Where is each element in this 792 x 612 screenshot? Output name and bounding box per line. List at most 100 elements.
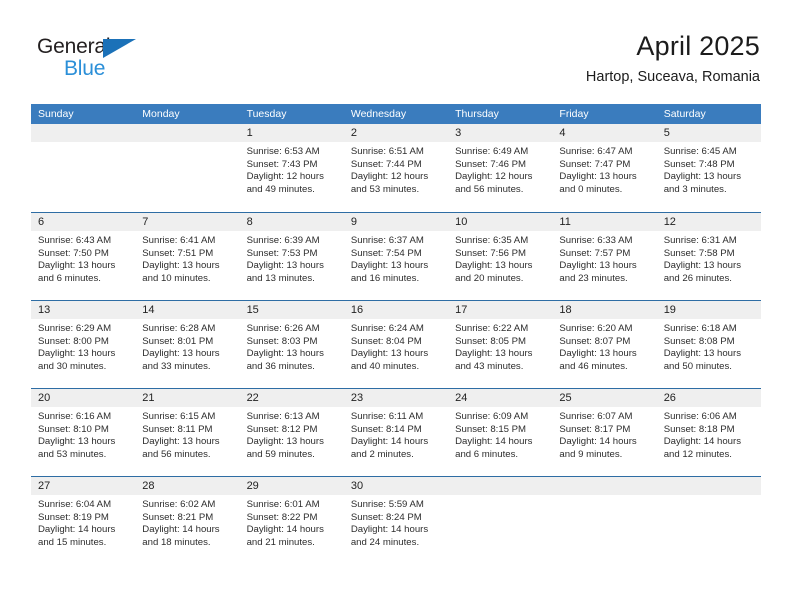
day-number: 13	[31, 301, 136, 319]
day-detail-line: and 21 minutes.	[246, 536, 315, 548]
day-detail-line: Sunset: 8:12 PM	[246, 423, 318, 435]
calendar-day-cell[interactable]: 7 Sunrise: 6:41 AM Sunset: 7:51 PM Daylight…	[135, 213, 240, 300]
calendar-day-cell[interactable]: 15 Sunrise: 6:26 AM Sunset: 8:03 PM Dayligh…	[239, 301, 344, 388]
day-detail-line: Sunrise: 5:59 AM	[350, 499, 424, 510]
day-detail-line: Sunrise: 6:35 AM	[455, 235, 529, 246]
calendar-day-cell[interactable]: 2 Sunrise: 6:51 AM Sunset: 7:44 PM Daylight…	[343, 124, 449, 212]
calendar-day-cell[interactable]: 17 Sunrise: 6:22 AM Sunset: 8:05 PM Dayligh…	[448, 301, 553, 388]
calendar-day-cell[interactable]: 3 Sunrise: 6:49 AM Sunset: 7:46 PM Daylight…	[448, 124, 553, 212]
day-detail-line: Daylight: 14 hours	[38, 524, 116, 536]
day-detail-line: and 26 minutes.	[663, 272, 732, 284]
calendar-day-cell[interactable]: 6 Sunrise: 6:43 AM Sunset: 7:50 PM Daylight…	[31, 213, 136, 300]
day-detail-line: Sunset: 8:08 PM	[663, 335, 735, 347]
day-detail-line: Sunset: 8:19 PM	[38, 511, 109, 523]
calendar-week-row: 6 Sunrise: 6:43 AM Sunset: 7:50 PM Daylight…	[31, 212, 761, 300]
calendar-day-cell[interactable]: 16 Sunrise: 6:24 AM Sunset: 8:04 PM Dayligh…	[343, 301, 449, 388]
calendar-day-cell[interactable]: 27 Sunrise: 6:04 AM Sunset: 8:19 PM Dayligh…	[31, 477, 136, 564]
day-detail-line: and 6 minutes.	[38, 272, 101, 284]
weekday-header-sunday: Sunday	[38, 108, 74, 120]
day-detail-line: Sunrise: 6:06 AM	[663, 411, 737, 422]
day-detail-line: and 59 minutes.	[246, 448, 315, 460]
calendar-day-cell[interactable]: 22 Sunrise: 6:13 AM Sunset: 8:12 PM Dayligh…	[239, 389, 344, 476]
day-number: 4	[552, 124, 657, 142]
day-detail-line: Sunrise: 6:33 AM	[559, 235, 633, 246]
day-detail-line: Sunset: 8:05 PM	[455, 335, 527, 347]
calendar-day-cell-empty	[448, 477, 553, 564]
calendar-day-cell[interactable]: 30 Sunrise: 5:59 AM Sunset: 8:24 PM Dayligh…	[343, 477, 449, 564]
day-number	[31, 124, 136, 142]
calendar-day-cell[interactable]: 28 Sunrise: 6:02 AM Sunset: 8:21 PM Dayligh…	[135, 477, 240, 564]
day-number: 7	[135, 213, 240, 231]
calendar-day-cell[interactable]: 24 Sunrise: 6:09 AM Sunset: 8:15 PM Dayligh…	[448, 389, 553, 476]
day-detail-line: Sunrise: 6:28 AM	[142, 323, 216, 334]
day-detail-line: Sunrise: 6:41 AM	[142, 235, 216, 246]
day-detail-line: Sunset: 8:07 PM	[559, 335, 631, 347]
day-sun-details: Sunrise: 6:16 AM Sunset: 8:10 PM Daylight:…	[31, 407, 135, 461]
day-sun-details: Sunrise: 6:47 AM Sunset: 7:47 PM Daylight:…	[552, 142, 656, 196]
day-detail-line: Sunrise: 6:37 AM	[350, 235, 424, 246]
day-sun-details: Sunrise: 5:59 AM Sunset: 8:24 PM Daylight:…	[344, 495, 448, 549]
day-detail-line: and 56 minutes.	[142, 448, 211, 460]
day-detail-line: Sunset: 8:01 PM	[142, 335, 214, 347]
day-detail-line: and 56 minutes.	[455, 183, 524, 195]
calendar-day-cell[interactable]: 5 Sunrise: 6:45 AM Sunset: 7:48 PM Daylight…	[656, 124, 761, 212]
day-detail-line: Sunset: 8:15 PM	[455, 423, 527, 435]
day-number: 16	[343, 301, 449, 319]
calendar-day-cell[interactable]: 14 Sunrise: 6:28 AM Sunset: 8:01 PM Dayligh…	[135, 301, 240, 388]
day-detail-line: Sunrise: 6:49 AM	[455, 146, 529, 157]
brand-name-general: General	[37, 35, 111, 58]
calendar-day-cell[interactable]: 21 Sunrise: 6:15 AM Sunset: 8:11 PM Dayligh…	[135, 389, 240, 476]
calendar-day-cell[interactable]: 11 Sunrise: 6:33 AM Sunset: 7:57 PM Dayligh…	[552, 213, 657, 300]
day-detail-line: Sunrise: 6:29 AM	[38, 323, 112, 334]
day-detail-line: Sunset: 8:24 PM	[350, 511, 422, 523]
day-detail-line: Sunrise: 6:39 AM	[246, 235, 320, 246]
calendar-day-cell[interactable]: 23 Sunrise: 6:11 AM Sunset: 8:14 PM Dayligh…	[343, 389, 449, 476]
day-detail-line: Sunset: 8:00 PM	[38, 335, 109, 347]
day-number: 10	[448, 213, 553, 231]
day-sun-details: Sunrise: 6:01 AM Sunset: 8:22 PM Daylight:…	[240, 495, 344, 549]
day-sun-details: Sunrise: 6:39 AM Sunset: 7:53 PM Daylight:…	[240, 231, 344, 285]
day-sun-details: Sunrise: 6:49 AM Sunset: 7:46 PM Daylight:…	[448, 142, 552, 196]
day-sun-details: Sunrise: 6:18 AM Sunset: 8:08 PM Daylight:…	[657, 319, 761, 373]
day-sun-details: Sunrise: 6:26 AM Sunset: 8:03 PM Daylight:…	[240, 319, 344, 373]
calendar-day-cell[interactable]: 29 Sunrise: 6:01 AM Sunset: 8:22 PM Dayligh…	[239, 477, 344, 564]
day-number: 20	[31, 389, 136, 407]
day-detail-line: and 24 minutes.	[350, 536, 420, 548]
day-sun-details: Sunrise: 6:29 AM Sunset: 8:00 PM Daylight:…	[31, 319, 135, 373]
calendar-day-cell[interactable]: 9 Sunrise: 6:37 AM Sunset: 7:54 PM Daylight…	[343, 213, 449, 300]
calendar-day-cell[interactable]: 26 Sunrise: 6:06 AM Sunset: 8:18 PM Dayligh…	[656, 389, 761, 476]
day-number: 2	[343, 124, 449, 142]
calendar-day-cell-empty	[135, 124, 240, 212]
day-sun-details: Sunrise: 6:02 AM Sunset: 8:21 PM Daylight:…	[135, 495, 239, 549]
calendar-day-cell[interactable]: 4 Sunrise: 6:47 AM Sunset: 7:47 PM Daylight…	[552, 124, 657, 212]
calendar-day-cell[interactable]: 10 Sunrise: 6:35 AM Sunset: 7:56 PM Dayligh…	[448, 213, 553, 300]
day-detail-line: Sunset: 8:11 PM	[142, 423, 213, 435]
calendar-day-cell[interactable]: 12 Sunrise: 6:31 AM Sunset: 7:58 PM Dayligh…	[656, 213, 761, 300]
day-detail-line: Sunrise: 6:04 AM	[38, 499, 112, 510]
day-number: 15	[239, 301, 344, 319]
day-number: 17	[448, 301, 553, 319]
calendar-day-cell[interactable]: 1 Sunrise: 6:53 AM Sunset: 7:43 PM Daylight…	[239, 124, 344, 212]
day-detail-line: and 36 minutes.	[246, 360, 315, 372]
calendar-day-cell[interactable]: 18 Sunrise: 6:20 AM Sunset: 8:07 PM Dayligh…	[552, 301, 657, 388]
day-detail-line: and 49 minutes.	[246, 183, 315, 195]
day-number: 29	[239, 477, 344, 495]
calendar-day-cell[interactable]: 25 Sunrise: 6:07 AM Sunset: 8:17 PM Dayligh…	[552, 389, 657, 476]
day-detail-line: Sunrise: 6:45 AM	[663, 146, 737, 157]
page-subtitle-location: Hartop, Suceava, Romania	[585, 69, 760, 85]
day-detail-line: Sunset: 7:47 PM	[559, 158, 631, 170]
calendar-day-cell[interactable]: 20 Sunrise: 6:16 AM Sunset: 8:10 PM Dayligh…	[31, 389, 136, 476]
day-detail-line: Sunrise: 6:15 AM	[142, 411, 216, 422]
calendar-day-cell[interactable]: 19 Sunrise: 6:18 AM Sunset: 8:08 PM Dayligh…	[656, 301, 761, 388]
calendar-day-cell[interactable]: 8 Sunrise: 6:39 AM Sunset: 7:53 PM Daylight…	[239, 213, 344, 300]
general-blue-logo[interactable]: General Blue	[37, 36, 147, 82]
day-number: 27	[31, 477, 136, 495]
day-detail-line: Sunrise: 6:18 AM	[663, 323, 737, 334]
weekday-header-tuesday: Tuesday	[246, 108, 287, 120]
day-sun-details: Sunrise: 6:20 AM Sunset: 8:07 PM Daylight:…	[552, 319, 656, 373]
day-detail-line: and 23 minutes.	[559, 272, 628, 284]
calendar-day-cell[interactable]: 13 Sunrise: 6:29 AM Sunset: 8:00 PM Dayligh…	[31, 301, 136, 388]
day-detail-line: Daylight: 14 hours	[559, 436, 637, 448]
day-number: 23	[343, 389, 449, 407]
day-detail-line: Daylight: 13 hours	[455, 260, 533, 272]
